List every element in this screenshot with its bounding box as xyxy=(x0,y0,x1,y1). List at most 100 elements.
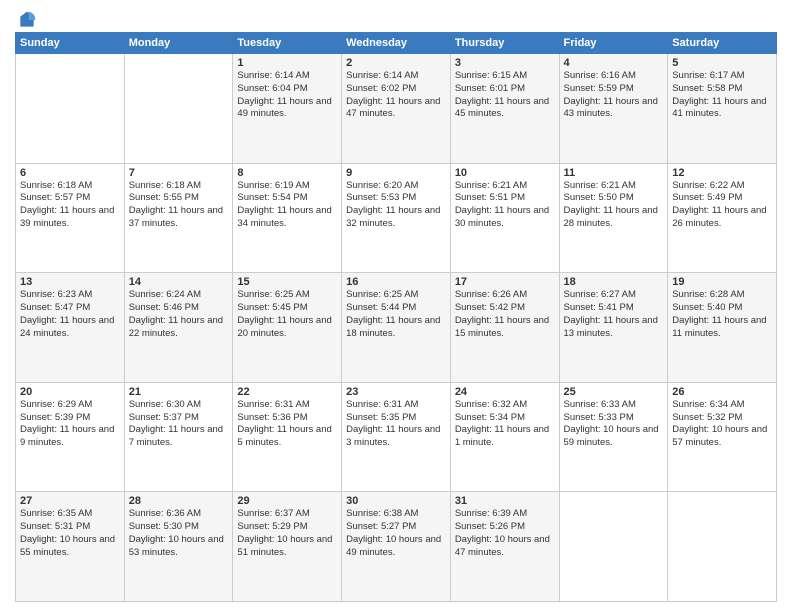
cell-content: Sunrise: 6:25 AM xyxy=(237,289,337,302)
calendar-week-row: 1 Sunrise: 6:14 AM Sunset: 6:04 PM Daylight… xyxy=(16,54,777,164)
cell-content: Sunset: 5:35 PM xyxy=(346,412,446,425)
calendar-cell: 1Sunrise: 6:14 AMSunset: 6:04 PMDaylight… xyxy=(233,54,342,164)
cell-content: Daylight: 11 hours and 32 minutes. xyxy=(346,205,446,231)
calendar-cell xyxy=(124,54,233,164)
calendar-day-header: Sunday xyxy=(16,33,125,54)
calendar-day-header: Wednesday xyxy=(342,33,451,54)
day-number: 29 xyxy=(237,495,337,507)
cell-content: Sunset: 5:36 PM xyxy=(237,412,337,425)
calendar-cell: 29Sunrise: 6:37 AMSunset: 5:29 PMDayligh… xyxy=(233,492,342,602)
cell-content: Sunset: 5:46 PM xyxy=(129,302,229,315)
day-number: 4 xyxy=(564,57,664,69)
cell-content: Sunset: 5:41 PM xyxy=(564,302,664,315)
calendar-day-header: Friday xyxy=(559,33,668,54)
cell-content: Daylight: 11 hours and 26 minutes. xyxy=(672,205,772,231)
cell-content: Sunset: 5:31 PM xyxy=(20,521,120,534)
calendar-cell xyxy=(16,54,125,164)
calendar-cell: 20Sunrise: 6:29 AMSunset: 5:39 PMDayligh… xyxy=(16,382,125,492)
cell-content: Sunset: 5:30 PM xyxy=(129,521,229,534)
calendar-cell xyxy=(559,492,668,602)
cell-content: Sunrise: 6:15 AM xyxy=(455,70,555,83)
cell-content: Sunset: 5:57 PM xyxy=(20,192,120,205)
calendar-day-header: Tuesday xyxy=(233,33,342,54)
day-number: 10 xyxy=(455,167,555,179)
calendar-cell: 28Sunrise: 6:36 AMSunset: 5:30 PMDayligh… xyxy=(124,492,233,602)
cell-content: Sunset: 5:45 PM xyxy=(237,302,337,315)
calendar-cell: 24Sunrise: 6:32 AMSunset: 5:34 PMDayligh… xyxy=(450,382,559,492)
cell-content: Sunset: 5:32 PM xyxy=(672,412,772,425)
calendar-cell: 22Sunrise: 6:31 AMSunset: 5:36 PMDayligh… xyxy=(233,382,342,492)
day-number: 1 xyxy=(237,57,337,69)
day-number: 27 xyxy=(20,495,120,507)
calendar-cell: 26Sunrise: 6:34 AMSunset: 5:32 PMDayligh… xyxy=(668,382,777,492)
cell-content: Sunset: 5:54 PM xyxy=(237,192,337,205)
cell-content: Daylight: 10 hours and 59 minutes. xyxy=(564,424,664,450)
cell-content: Sunrise: 6:38 AM xyxy=(346,508,446,521)
calendar-cell xyxy=(668,492,777,602)
day-number: 11 xyxy=(564,167,664,179)
cell-content: Sunrise: 6:26 AM xyxy=(455,289,555,302)
cell-content: Sunset: 5:51 PM xyxy=(455,192,555,205)
calendar-cell: 21Sunrise: 6:30 AMSunset: 5:37 PMDayligh… xyxy=(124,382,233,492)
day-number: 21 xyxy=(129,386,229,398)
calendar-cell: 8Sunrise: 6:19 AMSunset: 5:54 PMDaylight… xyxy=(233,163,342,273)
cell-content: Daylight: 11 hours and 24 minutes. xyxy=(20,315,120,341)
cell-content: Daylight: 11 hours and 34 minutes. xyxy=(237,205,337,231)
day-number: 14 xyxy=(129,276,229,288)
cell-content: Sunset: 5:58 PM xyxy=(672,83,772,96)
calendar-cell: 23Sunrise: 6:31 AMSunset: 5:35 PMDayligh… xyxy=(342,382,451,492)
calendar-cell: 11Sunrise: 6:21 AMSunset: 5:50 PMDayligh… xyxy=(559,163,668,273)
cell-content: Sunrise: 6:33 AM xyxy=(564,399,664,412)
cell-content: Daylight: 11 hours and 37 minutes. xyxy=(129,205,229,231)
calendar-week-row: 20Sunrise: 6:29 AMSunset: 5:39 PMDayligh… xyxy=(16,382,777,492)
calendar-cell: 19Sunrise: 6:28 AMSunset: 5:40 PMDayligh… xyxy=(668,273,777,383)
cell-content: Sunrise: 6:17 AM xyxy=(672,70,772,83)
cell-content: Sunrise: 6:35 AM xyxy=(20,508,120,521)
page-header xyxy=(15,10,777,26)
day-number: 15 xyxy=(237,276,337,288)
cell-content: Sunset: 5:44 PM xyxy=(346,302,446,315)
cell-content: Sunset: 5:37 PM xyxy=(129,412,229,425)
calendar-cell: 30Sunrise: 6:38 AMSunset: 5:27 PMDayligh… xyxy=(342,492,451,602)
cell-content: Daylight: 11 hours and 41 minutes. xyxy=(672,96,772,122)
calendar-cell: 17Sunrise: 6:26 AMSunset: 5:42 PMDayligh… xyxy=(450,273,559,383)
cell-content: Sunrise: 6:20 AM xyxy=(346,180,446,193)
cell-content: Sunrise: 6:18 AM xyxy=(129,180,229,193)
cell-content: Sunrise: 6:14 AM xyxy=(346,70,446,83)
cell-content: Sunset: 5:49 PM xyxy=(672,192,772,205)
cell-content: Daylight: 11 hours and 13 minutes. xyxy=(564,315,664,341)
calendar-cell: 5Sunrise: 6:17 AMSunset: 5:58 PMDaylight… xyxy=(668,54,777,164)
cell-content: Sunrise: 6:21 AM xyxy=(564,180,664,193)
cell-content: Sunrise: 6:32 AM xyxy=(455,399,555,412)
cell-content: Sunset: 5:39 PM xyxy=(20,412,120,425)
cell-content: Sunrise: 6:39 AM xyxy=(455,508,555,521)
calendar-cell: 16Sunrise: 6:25 AMSunset: 5:44 PMDayligh… xyxy=(342,273,451,383)
calendar-table: SundayMondayTuesdayWednesdayThursdayFrid… xyxy=(15,32,777,602)
cell-content: Sunrise: 6:36 AM xyxy=(129,508,229,521)
day-number: 8 xyxy=(237,167,337,179)
calendar-cell: 9Sunrise: 6:20 AMSunset: 5:53 PMDaylight… xyxy=(342,163,451,273)
cell-content: Sunset: 5:55 PM xyxy=(129,192,229,205)
cell-content: Daylight: 11 hours and 45 minutes. xyxy=(455,96,555,122)
cell-content: Sunset: 5:42 PM xyxy=(455,302,555,315)
calendar-cell: 3Sunrise: 6:15 AMSunset: 6:01 PMDaylight… xyxy=(450,54,559,164)
calendar-cell: 15Sunrise: 6:25 AMSunset: 5:45 PMDayligh… xyxy=(233,273,342,383)
cell-content: Daylight: 11 hours and 22 minutes. xyxy=(129,315,229,341)
cell-content: Sunrise: 6:22 AM xyxy=(672,180,772,193)
cell-content: Daylight: 10 hours and 49 minutes. xyxy=(346,534,446,560)
cell-content: Daylight: 11 hours and 43 minutes. xyxy=(564,96,664,122)
cell-content: Daylight: 11 hours and 20 minutes. xyxy=(237,315,337,341)
cell-content: Daylight: 11 hours and 5 minutes. xyxy=(237,424,337,450)
cell-content: Sunrise: 6:25 AM xyxy=(346,289,446,302)
day-number: 2 xyxy=(346,57,446,69)
day-number: 31 xyxy=(455,495,555,507)
cell-content: Sunrise: 6:16 AM xyxy=(564,70,664,83)
cell-content: Sunset: 5:26 PM xyxy=(455,521,555,534)
calendar-cell: 4Sunrise: 6:16 AMSunset: 5:59 PMDaylight… xyxy=(559,54,668,164)
cell-content: Daylight: 11 hours and 28 minutes. xyxy=(564,205,664,231)
cell-content: Sunrise: 6:28 AM xyxy=(672,289,772,302)
cell-content: Daylight: 11 hours and 3 minutes. xyxy=(346,424,446,450)
day-number: 20 xyxy=(20,386,120,398)
cell-content: Sunrise: 6:30 AM xyxy=(129,399,229,412)
cell-content: Sunset: 6:04 PM xyxy=(237,83,337,96)
